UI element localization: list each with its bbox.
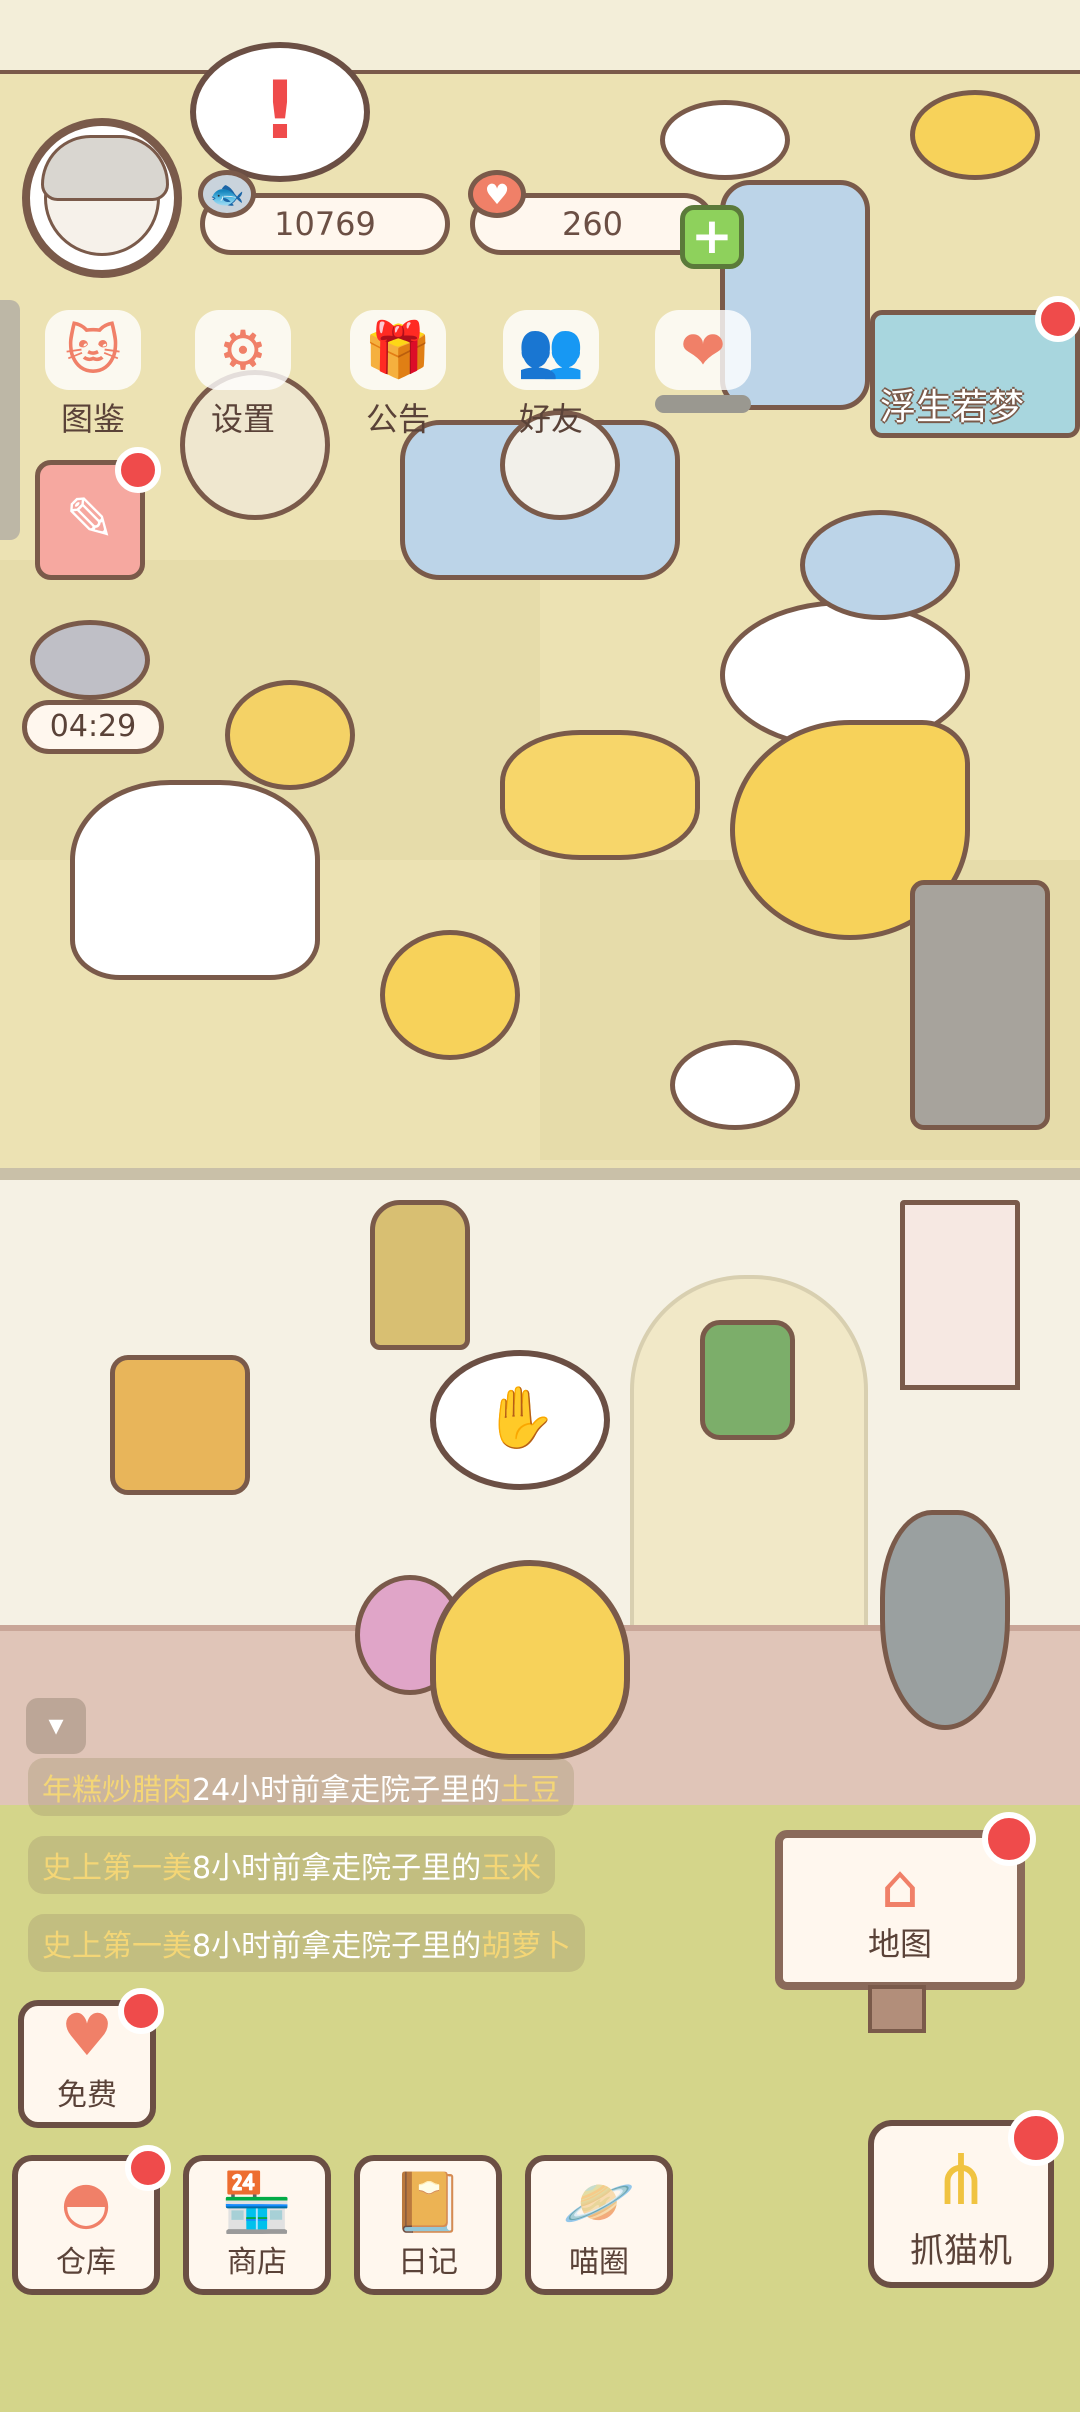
- feed-item-name: 玉米: [481, 1851, 542, 1886]
- star-cushion[interactable]: [500, 730, 700, 860]
- event-timer: 04:29: [22, 700, 164, 754]
- cat-book-icon: 🐱: [45, 310, 141, 390]
- collection-label: 图鉴: [60, 400, 125, 438]
- collection-button[interactable]: 🐱 图鉴: [30, 310, 156, 440]
- room-divider: [0, 1168, 1080, 1180]
- event-notify-dot: [1035, 296, 1080, 342]
- feed-text: 8小时前拿走院子里的: [192, 1929, 482, 1964]
- calendar-notify-dot: [115, 447, 161, 493]
- kettle-stove[interactable]: [910, 880, 1050, 1130]
- potted-tulip[interactable]: [880, 1510, 1010, 1730]
- rocking-horse[interactable]: [70, 780, 320, 980]
- duck-toy[interactable]: [380, 930, 520, 1060]
- gift-icon: 🎁: [350, 310, 446, 390]
- feed-item-name: 土豆: [500, 1773, 561, 1808]
- notice-label: 公告: [365, 400, 430, 438]
- friends-label: 好友: [518, 400, 583, 438]
- heart-count: 260: [561, 205, 624, 243]
- fish-icon: 🐟: [198, 170, 256, 218]
- cat-planet-icon: 🪐: [562, 2168, 636, 2236]
- diary-button[interactable]: 📔 日记: [354, 2155, 502, 2295]
- feed-item: 年糕炒腊肉 24小时前拿走院子里的 土豆: [28, 1758, 575, 1816]
- side-drawer-tab[interactable]: [0, 300, 20, 540]
- feed-text: 8小时前拿走院子里的: [192, 1851, 482, 1886]
- feed-user: 史上第一美: [42, 1851, 192, 1886]
- add-currency-button[interactable]: +: [680, 205, 744, 269]
- claw-machine-label: 抓猫机: [910, 2230, 1012, 2271]
- claw-icon: ⋔: [931, 2138, 991, 2221]
- map-label: 地图: [867, 1925, 932, 1963]
- yellow-cat[interactable]: [430, 1560, 630, 1760]
- feed-user: 年糕炒腊肉: [42, 1773, 192, 1808]
- fish-count: 10769: [274, 205, 376, 243]
- alert-bubble-icon[interactable]: !: [190, 42, 370, 182]
- warehouse-notify-dot: [125, 2145, 171, 2191]
- shop-label: 商店: [227, 2245, 287, 2280]
- paw-banner[interactable]: [900, 1200, 1020, 1390]
- white-cat[interactable]: [660, 100, 790, 180]
- wall-radio[interactable]: [110, 1355, 250, 1495]
- feed-item: 史上第一美 8小时前拿走院子里的 玉米: [28, 1836, 556, 1894]
- warehouse-label: 仓库: [56, 2245, 116, 2280]
- free-notify-dot: [118, 1988, 164, 2034]
- ball-toy[interactable]: [225, 680, 355, 790]
- settings-button[interactable]: ⚙ 设置: [180, 310, 306, 440]
- shop-icon: 🏪: [220, 2168, 294, 2236]
- heart-icon: ♥: [468, 170, 526, 218]
- house-icon: ⌂: [880, 1852, 920, 1922]
- food-bowl[interactable]: [910, 90, 1040, 180]
- diary-label: 日记: [398, 2245, 458, 2280]
- progress-bar: [655, 395, 751, 413]
- map-notify-dot: [982, 1812, 1036, 1866]
- diary-icon: 📔: [391, 2168, 465, 2236]
- blue-pouf[interactable]: [800, 510, 960, 620]
- hearts-button[interactable]: ❤: [640, 310, 766, 440]
- chat-toggle-icon[interactable]: ▾: [26, 1698, 86, 1754]
- claw-notify-dot: [1008, 2110, 1064, 2166]
- friends-button[interactable]: 👥 好友: [488, 310, 614, 440]
- friends-icon: 👥: [503, 310, 599, 390]
- cat-circle-button[interactable]: 🪐 喵圈: [525, 2155, 673, 2295]
- avatar-portrait: [41, 135, 169, 256]
- wall-lamp[interactable]: [370, 1200, 470, 1350]
- settings-label: 设置: [210, 400, 275, 438]
- hanging-charm[interactable]: [700, 1320, 795, 1440]
- top-wall: [0, 0, 1080, 74]
- pet-hand-icon[interactable]: ✋: [430, 1350, 610, 1490]
- cat-circle-label: 喵圈: [569, 2245, 629, 2280]
- feed-user: 史上第一美: [42, 1929, 192, 1964]
- mouse-icon[interactable]: [30, 620, 150, 700]
- hearts-icon: ❤: [655, 310, 751, 390]
- heart-icon: ♥: [61, 2001, 113, 2069]
- sign-post: [868, 1985, 926, 2033]
- hand-fan[interactable]: [670, 1040, 800, 1130]
- free-label: 免费: [57, 2078, 117, 2113]
- event-label: 浮生若梦: [880, 387, 1025, 428]
- shop-button[interactable]: 🏪 商店: [183, 2155, 331, 2295]
- feed-item: 史上第一美 8小时前拿走院子里的 胡萝卜: [28, 1914, 586, 1972]
- gear-icon: ⚙: [195, 310, 291, 390]
- notice-button[interactable]: 🎁 公告: [335, 310, 461, 440]
- feed-text: 24小时前拿走院子里的: [192, 1773, 501, 1808]
- player-avatar[interactable]: [22, 118, 182, 278]
- feed-item-name: 胡萝卜: [481, 1929, 572, 1964]
- storage-icon: ◓: [60, 2168, 112, 2236]
